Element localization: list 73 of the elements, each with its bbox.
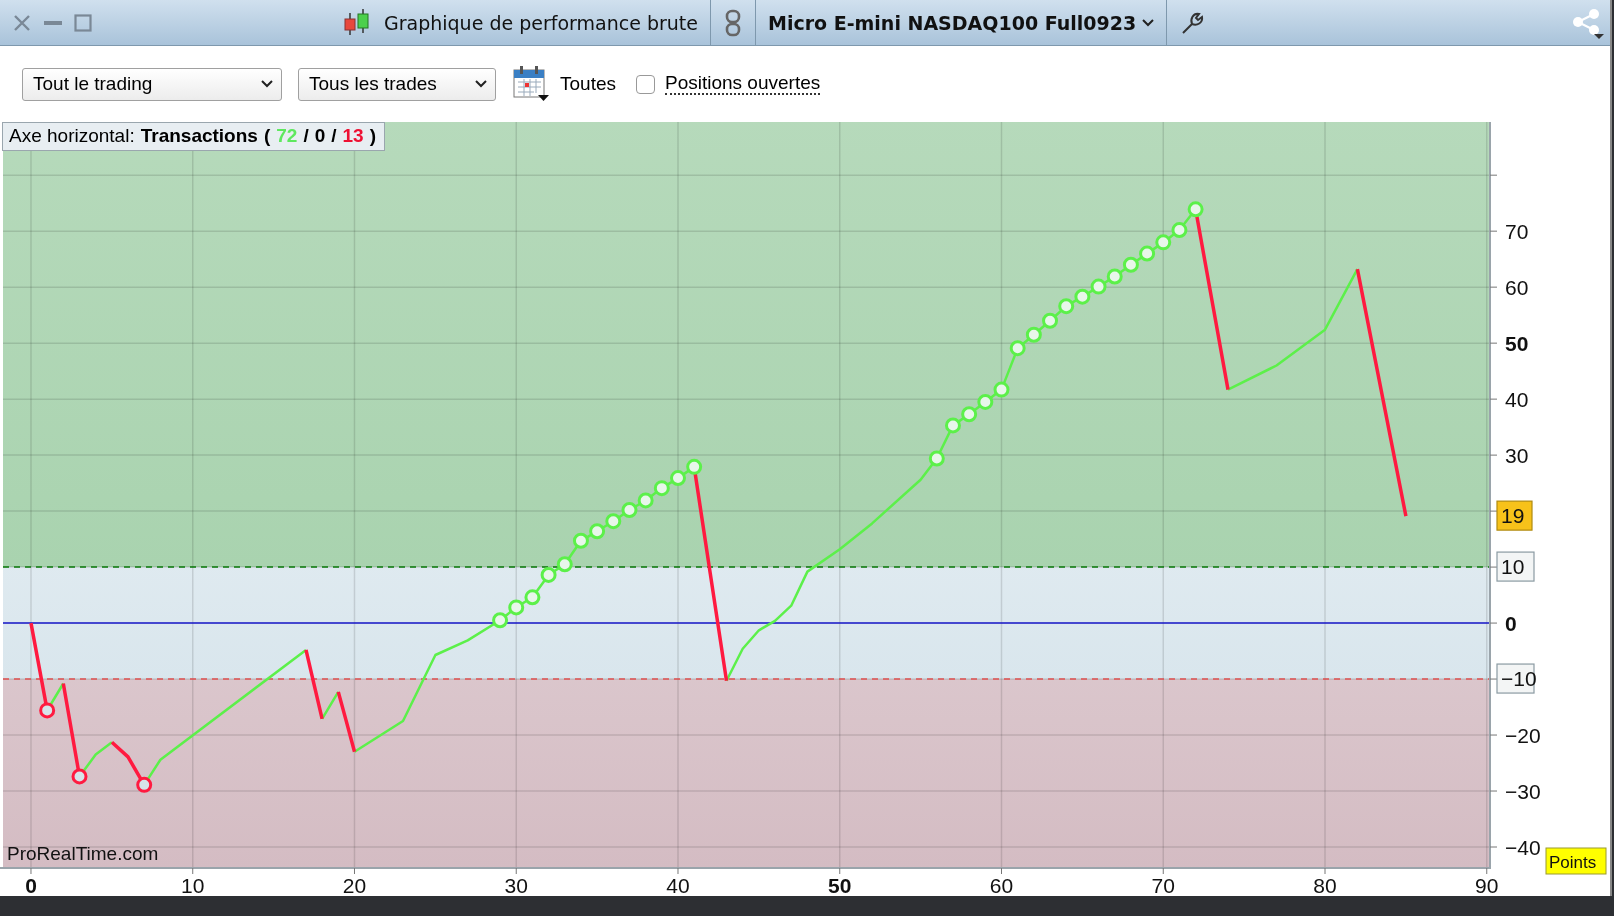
y-axis-label: 40 xyxy=(1505,388,1529,412)
level-badge: 10 xyxy=(1496,551,1535,582)
x-axis-label: 80 xyxy=(1313,874,1337,894)
new-high-marker xyxy=(670,470,686,487)
ref-line-label: 10 xyxy=(1501,555,1525,579)
y-axis-label: −30 xyxy=(1505,780,1541,803)
x-axis-label: 0 xyxy=(25,874,37,894)
x-axis-label: 20 xyxy=(342,874,367,894)
x-axis-label: 30 xyxy=(504,874,528,894)
new-high-marker xyxy=(1009,340,1026,357)
source-label: ProRealTime.com xyxy=(7,843,159,864)
new-high-marker xyxy=(1122,256,1139,273)
x-axis-label: 50 xyxy=(828,874,852,894)
y-axis-label: 30 xyxy=(1505,444,1529,468)
new-high-marker xyxy=(1090,278,1107,295)
period-label: Toutes xyxy=(560,73,616,95)
calendar-icon[interactable] xyxy=(512,65,550,103)
new-low-marker xyxy=(136,776,153,793)
new-high-marker xyxy=(1155,234,1172,251)
new-high-marker xyxy=(508,599,525,616)
new-high-marker xyxy=(621,502,638,518)
instrument-selector[interactable]: Micro E-mini NASDAQ100 Full0923 xyxy=(767,11,1155,34)
maximize-icon[interactable] xyxy=(74,13,92,32)
level-badge: −10 xyxy=(1496,663,1537,694)
new-high-marker xyxy=(524,589,541,606)
chevron-icon xyxy=(261,80,273,88)
new-high-marker xyxy=(653,480,670,497)
new-high-marker xyxy=(1171,222,1188,239)
new-high-marker xyxy=(1025,326,1042,343)
trading-scope-dropdown[interactable]: Tout le trading xyxy=(22,67,282,101)
open-positions-link[interactable]: Positions ouvertes xyxy=(665,73,821,95)
checkbox[interactable] xyxy=(636,74,655,94)
new-high-marker xyxy=(1187,201,1204,218)
new-high-marker xyxy=(1074,288,1091,305)
new-high-marker xyxy=(1058,298,1075,315)
minimize-icon[interactable] xyxy=(44,19,62,26)
new-high-marker xyxy=(1106,268,1123,285)
y-axis-label: 70 xyxy=(1505,220,1529,244)
unit-badge: Points xyxy=(1545,847,1607,875)
new-high-marker xyxy=(1042,312,1059,329)
new-high-marker xyxy=(637,492,654,509)
new-high-marker xyxy=(961,406,978,423)
new-low-marker xyxy=(71,768,88,785)
new-high-marker xyxy=(589,523,606,540)
new-high-marker xyxy=(556,556,573,573)
y-axis-label: −40 xyxy=(1505,836,1541,859)
y-axis-label: 60 xyxy=(1505,276,1529,300)
x-axis-label: 40 xyxy=(666,874,690,894)
close-icon[interactable] xyxy=(12,12,32,33)
new-high-marker xyxy=(1139,245,1156,262)
chevron-icon xyxy=(475,80,487,88)
x-axis-label: 70 xyxy=(1151,874,1175,894)
window-title: Graphique de performance brute xyxy=(384,11,698,34)
new-high-marker xyxy=(945,417,961,434)
y-axis-label: −20 xyxy=(1505,724,1541,748)
new-high-marker xyxy=(977,393,994,410)
new-high-marker xyxy=(540,566,557,583)
x-axis-label: 10 xyxy=(181,874,205,894)
y-axis-label: 50 xyxy=(1505,332,1529,356)
y-axis-label: 0 xyxy=(1505,612,1517,636)
x-axis-label: 60 xyxy=(989,874,1014,894)
new-low-marker xyxy=(39,702,56,719)
new-high-marker xyxy=(492,612,509,629)
last-value-badge: 19 xyxy=(1496,500,1533,531)
x-axis-label: 90 xyxy=(1475,874,1499,894)
new-high-marker xyxy=(572,532,589,549)
trades-filter-dropdown[interactable]: Tous les trades xyxy=(298,67,496,101)
new-high-marker xyxy=(993,381,1010,398)
new-high-marker xyxy=(605,513,622,530)
axis-legend: Axe horizontal: Transactions ( 72 / 0 / 13 ) xyxy=(2,122,385,151)
new-high-marker xyxy=(686,458,703,475)
new-high-marker xyxy=(928,450,945,467)
chevron-icon xyxy=(1142,18,1155,27)
